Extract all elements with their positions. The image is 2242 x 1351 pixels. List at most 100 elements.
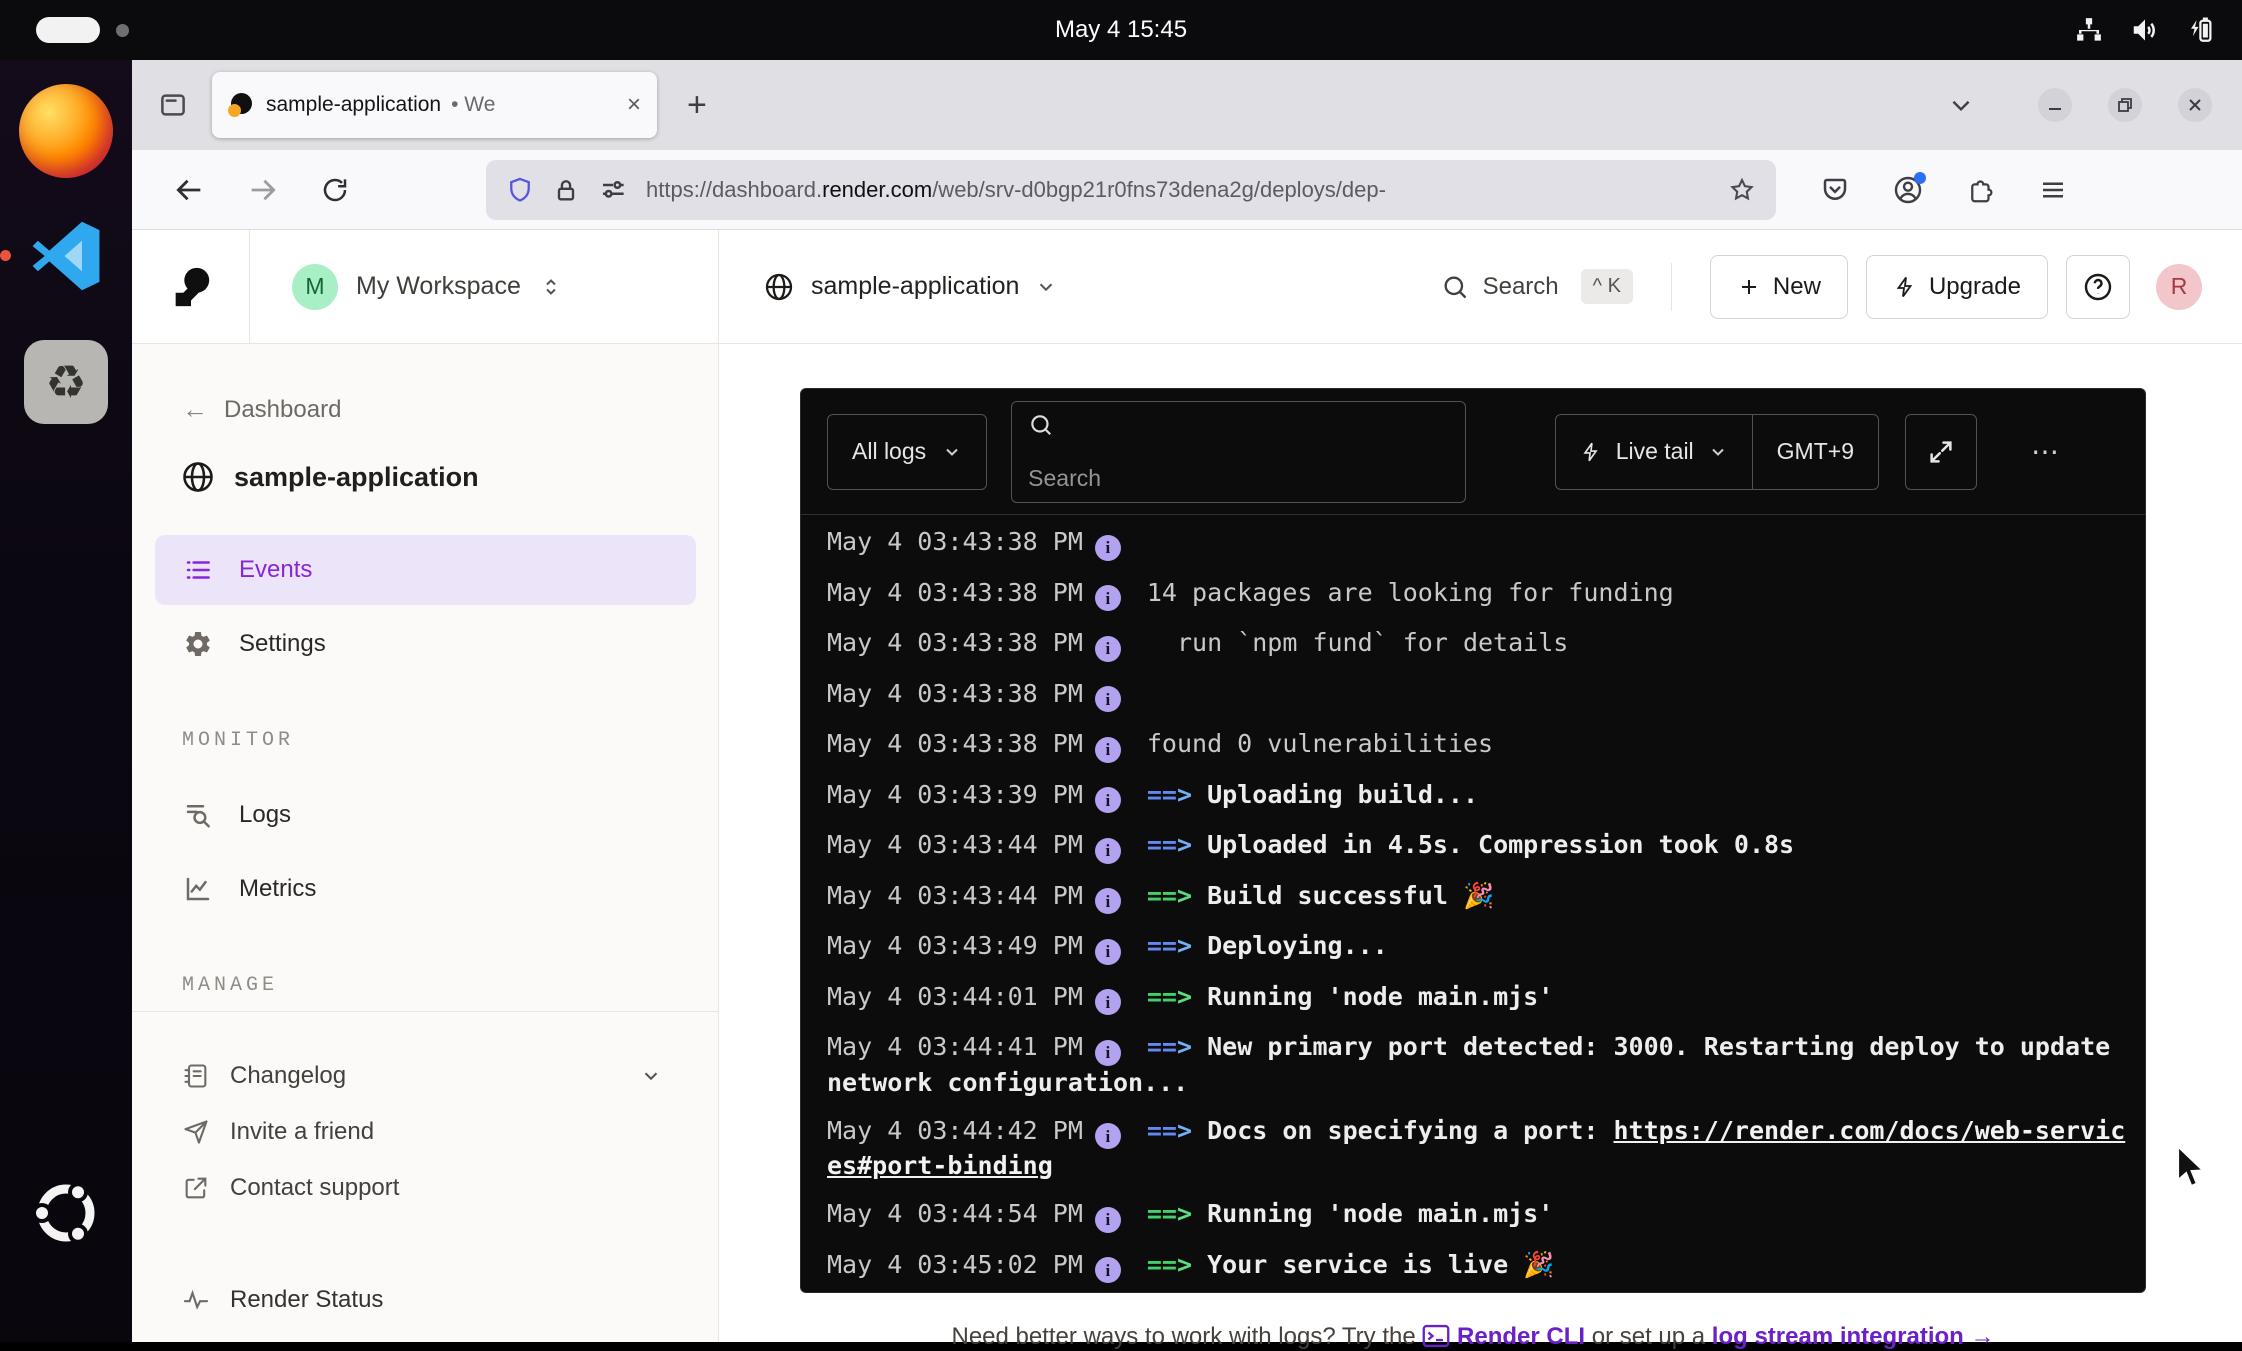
log-timestamp: May 4 03:44:41 PM — [827, 1032, 1083, 1061]
log-search-input[interactable]: Search — [1011, 401, 1466, 503]
info-icon[interactable]: i — [1095, 686, 1121, 712]
info-icon[interactable]: i — [1095, 636, 1121, 662]
gear-icon — [183, 629, 213, 659]
back-icon[interactable] — [172, 173, 206, 207]
pocket-icon[interactable] — [1820, 175, 1850, 205]
system-tray[interactable] — [2074, 0, 2216, 60]
mouse-cursor — [2175, 1145, 2209, 1189]
close-window-button[interactable] — [2178, 88, 2212, 122]
info-icon[interactable]: i — [1095, 838, 1121, 864]
service-selector[interactable]: sample-application — [763, 271, 1057, 303]
chevron-down-icon — [1035, 276, 1057, 298]
sidebar-toggle-icon[interactable] — [158, 90, 188, 120]
log-search-placeholder: Search — [1028, 465, 1449, 492]
info-icon[interactable]: i — [1095, 1207, 1121, 1233]
sidebar-service-name: sample-application — [234, 462, 479, 493]
log-message: 14 packages are looking for funding — [1147, 578, 1674, 607]
chart-icon — [183, 874, 213, 904]
firefox-dock-icon[interactable] — [19, 84, 113, 178]
sidebar-item-settings[interactable]: Settings — [155, 609, 696, 679]
sidebar-item-contact-support[interactable]: Contact support — [132, 1160, 718, 1216]
new-tab-button[interactable]: + — [687, 86, 707, 125]
info-icon[interactable]: i — [1095, 888, 1121, 914]
tracking-shield-icon[interactable] — [506, 176, 534, 204]
back-arrow-icon: ← — [182, 394, 208, 425]
sidebar-back-dashboard[interactable]: ← Dashboard — [132, 394, 718, 425]
render-cli-link[interactable]: Render CLI — [1457, 1323, 1585, 1350]
browser-tab[interactable]: sample-application • We × — [212, 72, 657, 138]
log-message: found 0 vulnerabilities — [1147, 729, 1493, 758]
bookmark-star-icon[interactable] — [1728, 176, 1756, 204]
menu-hamburger-icon[interactable] — [2038, 175, 2068, 205]
log-filter-dropdown[interactable]: All logs — [827, 414, 987, 490]
global-search[interactable]: Search ^ K — [1441, 269, 1633, 304]
firefox-window: sample-application • We × + — [132, 60, 2242, 1342]
extensions-puzzle-icon[interactable] — [1966, 175, 1996, 205]
sidebar-item-logs[interactable]: Logs — [155, 780, 696, 850]
sidebar-item-invite[interactable]: Invite a friend — [132, 1104, 718, 1160]
upgrade-button[interactable]: Upgrade — [1866, 255, 2048, 319]
new-button[interactable]: New — [1710, 255, 1848, 319]
sidebar-item-label: Invite a friend — [230, 1118, 374, 1146]
sidebar-section-manage: MANAGE — [132, 974, 718, 997]
info-icon[interactable]: i — [1095, 1123, 1121, 1149]
external-link-icon — [182, 1174, 210, 1202]
forward-icon[interactable] — [246, 173, 280, 207]
recycle-app-dock-icon[interactable]: ♻ — [24, 340, 108, 424]
info-icon[interactable]: i — [1095, 535, 1121, 561]
back-label: Dashboard — [224, 396, 341, 424]
log-timestamp: May 4 03:43:39 PM — [827, 780, 1083, 809]
sidebar-item-events[interactable]: Events — [155, 535, 696, 605]
info-icon[interactable]: i — [1095, 1040, 1121, 1066]
log-stream-link[interactable]: log stream integration — [1712, 1323, 1964, 1350]
system-clock[interactable]: May 4 15:45 — [0, 16, 2242, 44]
sidebar-service-title[interactable]: sample-application — [132, 459, 718, 495]
log-row: May 4 03:45:02 PMi==> Your service is li… — [827, 1248, 2127, 1284]
log-search-icon — [183, 800, 213, 830]
paper-plane-icon — [182, 1118, 210, 1146]
log-filter-label: All logs — [852, 438, 926, 465]
plus-icon — [1737, 275, 1761, 299]
tab-close-icon[interactable]: × — [627, 93, 641, 117]
more-options-icon[interactable]: ⋯ — [2031, 435, 2059, 468]
live-tail-dropdown[interactable]: Live tail — [1556, 415, 1752, 489]
sidebar-item-label: Changelog — [230, 1062, 346, 1090]
permissions-icon[interactable] — [598, 175, 628, 205]
info-icon[interactable]: i — [1095, 787, 1121, 813]
tab-strip: sample-application • We × + — [132, 60, 2242, 150]
sidebar-item-render-status[interactable]: Render Status — [132, 1286, 718, 1314]
minimize-button[interactable] — [2038, 88, 2072, 122]
restore-button[interactable] — [2108, 88, 2142, 122]
help-button[interactable] — [2066, 255, 2130, 319]
info-icon[interactable]: i — [1095, 585, 1121, 611]
user-avatar[interactable]: R — [2156, 264, 2202, 310]
expand-logs-button[interactable] — [1905, 414, 1977, 490]
reload-icon[interactable] — [320, 175, 350, 205]
ubuntu-logo-icon[interactable] — [30, 1177, 102, 1249]
chevron-down-icon[interactable] — [640, 1065, 662, 1087]
timezone-button[interactable]: GMT+9 — [1753, 415, 1878, 489]
render-logo[interactable] — [132, 230, 250, 343]
info-icon[interactable]: i — [1095, 737, 1121, 763]
info-icon[interactable]: i — [1095, 1257, 1121, 1283]
workspace-selector[interactable]: M My Workspace — [250, 230, 719, 343]
sidebar-item-changelog[interactable]: Changelog — [132, 1048, 718, 1104]
url-bar[interactable]: https://dashboard.render.com/web/srv-d0b… — [486, 160, 1776, 220]
window-controls — [2038, 88, 2212, 122]
lock-icon[interactable] — [552, 176, 580, 204]
render-favicon — [228, 93, 252, 117]
url-text[interactable]: https://dashboard.render.com/web/srv-d0b… — [646, 177, 1714, 203]
list-all-tabs-icon[interactable] — [1948, 92, 1974, 118]
info-icon[interactable]: i — [1095, 939, 1121, 965]
app-header: M My Workspace sample-application Search… — [132, 230, 2242, 344]
log-timestamp: May 4 03:43:44 PM — [827, 830, 1083, 859]
timezone-label: GMT+9 — [1777, 438, 1854, 465]
sidebar-item-metrics[interactable]: Metrics — [155, 854, 696, 924]
info-icon[interactable]: i — [1095, 989, 1121, 1015]
vscode-dock-icon[interactable] — [28, 218, 104, 294]
log-arrow-icon: > — [1177, 881, 1192, 910]
log-arrow-icon: == — [1147, 1250, 1177, 1279]
log-timestamp: May 4 03:43:38 PM — [827, 578, 1083, 607]
search-label: Search — [1483, 273, 1559, 301]
account-icon[interactable] — [1892, 174, 1924, 206]
